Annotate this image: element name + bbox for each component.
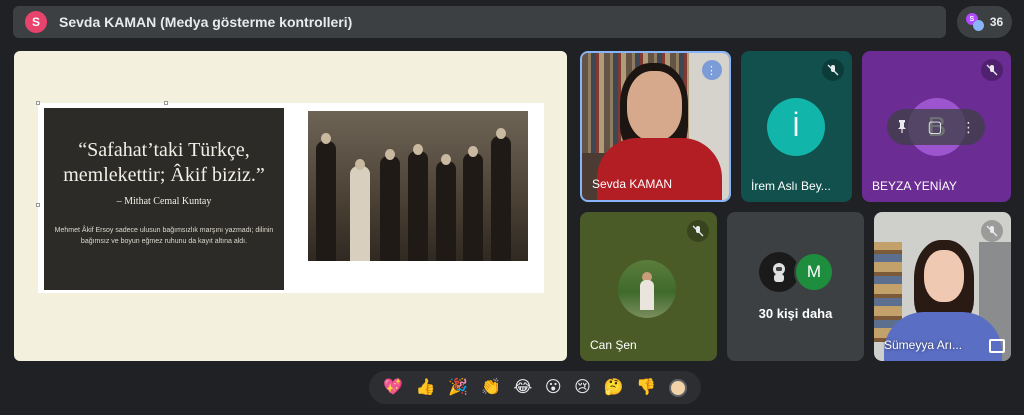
reaction-party-icon[interactable]: 🎉 [448,378,468,398]
pin-icon[interactable] [896,119,908,136]
selection-handle [36,101,40,105]
more-options-icon[interactable]: ⋮ [702,60,722,80]
participants-avatars: S [965,13,984,31]
tile-hover-controls[interactable]: ▢ ⋮ [887,109,985,145]
reaction-thinking-icon[interactable]: 🤔 [603,378,623,398]
presenter-avatar: S [25,11,47,33]
slide-quote-line1: “Safahat’taki Türkçe, [78,139,250,161]
mic-off-icon [822,59,844,81]
slide-description: Mehmet Âkif Ersoy sadece ulusun bağımsız… [54,227,274,245]
presentation-title: Sevda KAMAN (Medya gösterme kontrolleri) [59,14,353,30]
reaction-heart-icon[interactable]: 💖 [383,378,403,398]
picture-in-picture-icon[interactable] [989,339,1005,353]
people-button[interactable]: S 36 [957,6,1012,38]
participant-photo-avatar [618,260,676,318]
slide-quote-panel: “Safahat’taki Türkçe, memlekettir; Âkif … [44,108,284,290]
spotlight-icon[interactable]: ▢ [927,117,942,137]
astronaut-avatar [759,252,799,292]
participant-name: Sümeyya Arı... [884,338,963,352]
selection-handle [36,203,40,207]
slide-author: – Mithat Cemal Kuntay [116,196,212,207]
more-participants-label: 30 kişi daha [758,306,833,321]
reaction-thumbs-down-icon[interactable]: 👎 [636,378,656,398]
mic-off-icon [981,220,1003,242]
shared-presentation: “Safahat’taki Türkçe, memlekettir; Âkif … [14,51,567,361]
participant-name: Can Şen [590,338,637,352]
participant-mini-avatar-2 [972,20,984,31]
presentation-title-bar[interactable]: S Sevda KAMAN (Medya gösterme kontroller… [13,6,946,38]
participant-tile-sevda[interactable]: ⋮ Sevda KAMAN [580,51,731,202]
reaction-laugh-icon[interactable]: 😂 [514,378,533,398]
slide: “Safahat’taki Türkçe, memlekettir; Âkif … [38,103,544,293]
selection-handle [164,101,168,105]
participant-initial-avatar: M [794,252,834,292]
participant-tile-can[interactable]: Can Şen [580,212,717,361]
more-options-icon[interactable]: ⋮ [962,119,976,136]
mic-off-icon [687,220,709,242]
participant-initial-avatar: İ [767,98,825,156]
reaction-bar: 💖 👍 🎉 👏 😂 😮 😢 🤔 👎 [369,371,701,404]
more-participants-tile[interactable]: M 30 kişi daha [727,212,864,361]
slide-quote-line2: memlekettir; Âkif biziz.” [63,164,265,186]
reaction-clap-icon[interactable]: 👏 [481,378,501,398]
participant-tile-beyza[interactable]: B ▢ ⋮ BEYZA YENİAY [862,51,1011,202]
reaction-surprised-icon[interactable]: 😮 [545,378,562,398]
slide-quote: “Safahat’taki Türkçe, memlekettir; Âkif … [44,138,284,188]
participant-name: Sevda KAMAN [592,177,673,191]
participant-name: BEYZA YENİAY [872,179,957,193]
reaction-thumbs-up-icon[interactable]: 👍 [416,378,436,398]
mic-off-icon [981,59,1003,81]
reaction-sad-icon[interactable]: 😢 [574,378,591,398]
participant-name: İrem Aslı Bey... [751,179,831,193]
skin-tone-picker[interactable] [668,378,687,397]
participant-tile-irem[interactable]: İ İrem Aslı Bey... [741,51,852,202]
participant-count: 36 [989,15,1004,29]
historic-group-photo [308,111,528,261]
participant-tile-sumeyya[interactable]: Sümeyya Arı... [874,212,1011,361]
